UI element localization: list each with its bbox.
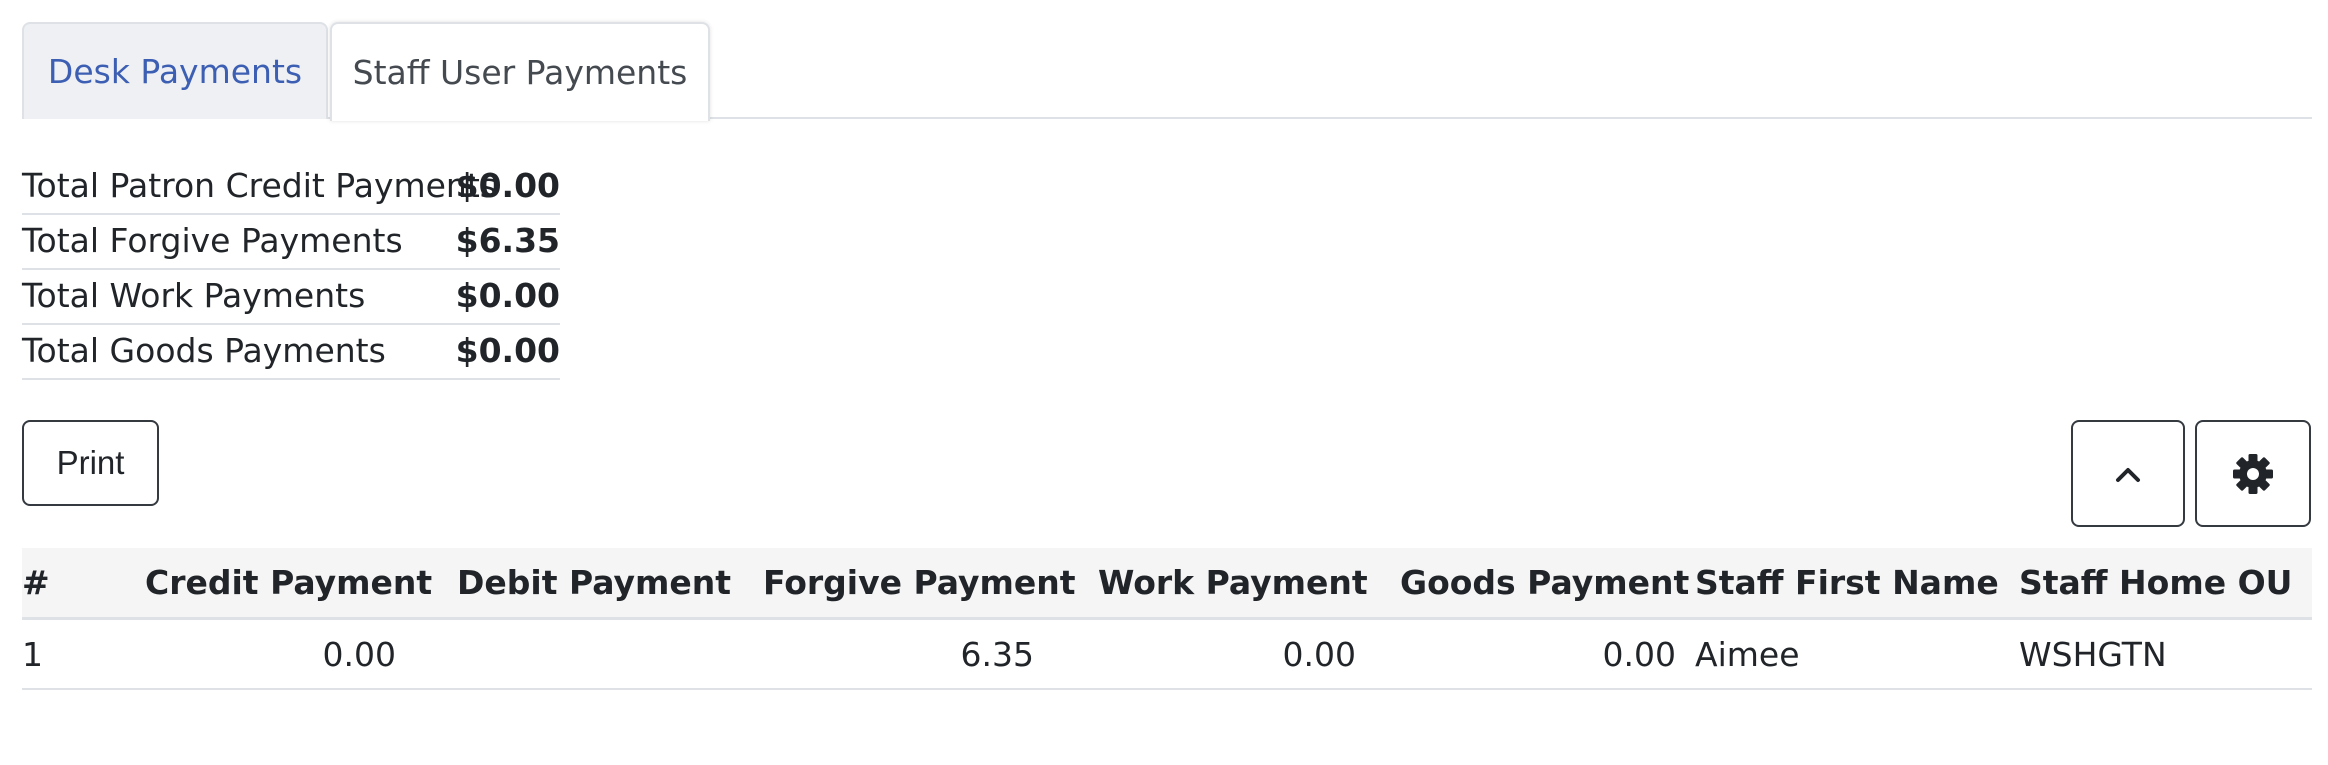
cell-work-payment: 0.00	[1282, 634, 1356, 674]
total-value: $6.35	[455, 221, 560, 260]
column-header-debit-payment[interactable]: Debit Payment	[457, 548, 731, 617]
total-row: Total Goods Payments $0.00	[22, 325, 560, 380]
column-header-staff-first-name[interactable]: Staff First Name	[1695, 548, 1999, 617]
column-header-index[interactable]: #	[22, 548, 50, 617]
total-label: Total Goods Payments	[22, 331, 386, 370]
column-header-credit-payment[interactable]: Credit Payment	[145, 548, 432, 617]
total-label: Total Patron Credit Payments	[22, 166, 497, 205]
cell-credit-payment: 0.00	[322, 634, 396, 674]
total-row: Total Forgive Payments $6.35	[22, 215, 560, 270]
payment-totals: Total Patron Credit Payments $0.00 Total…	[22, 160, 560, 380]
cell-staff-first-name: Aimee	[1695, 634, 1800, 674]
chevron-up-icon	[2116, 467, 2140, 482]
cell-staff-home-ou: WSHGTN	[2019, 634, 2167, 674]
column-header-goods-payment[interactable]: Goods Payment	[1400, 548, 1689, 617]
column-header-work-payment[interactable]: Work Payment	[1098, 548, 1368, 617]
tab-desk-payments[interactable]: Desk Payments	[22, 22, 328, 119]
column-header-forgive-payment[interactable]: Forgive Payment	[763, 548, 1076, 617]
total-value: $0.00	[455, 166, 560, 205]
tab-staff-user-payments[interactable]: Staff User Payments	[330, 22, 710, 121]
cell-goods-payment: 0.00	[1602, 634, 1676, 674]
collapse-button[interactable]	[2071, 420, 2185, 527]
grid-header: # Credit Payment Debit Payment Forgive P…	[22, 548, 2312, 620]
table-row[interactable]: 1 0.00 6.35 0.00 0.00 Aimee WSHGTN	[22, 620, 2312, 690]
total-value: $0.00	[455, 276, 560, 315]
print-button[interactable]: Print	[22, 420, 159, 506]
tab-bar: Desk Payments Staff User Payments	[22, 22, 2312, 121]
total-value: $0.00	[455, 331, 560, 370]
total-row: Total Patron Credit Payments $0.00	[22, 160, 560, 215]
cell-debit-payment	[442, 620, 702, 688]
page: Desk Payments Staff User Payments Total …	[0, 0, 2328, 765]
payments-grid: # Credit Payment Debit Payment Forgive P…	[22, 548, 2312, 690]
column-header-staff-home-ou[interactable]: Staff Home OU	[2019, 548, 2292, 617]
cell-index: 1	[22, 634, 43, 674]
cell-forgive-payment: 6.35	[960, 634, 1034, 674]
grid-settings-button[interactable]	[2195, 420, 2311, 527]
total-label: Total Work Payments	[22, 276, 366, 315]
total-row: Total Work Payments $0.00	[22, 270, 560, 325]
total-label: Total Forgive Payments	[22, 221, 403, 260]
gear-icon	[2233, 453, 2273, 494]
